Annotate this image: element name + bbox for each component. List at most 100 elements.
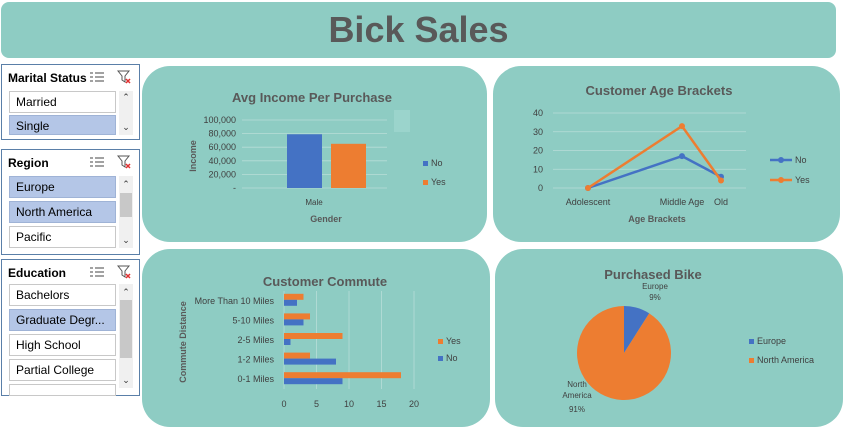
pie-data-label: 91% — [569, 405, 585, 414]
line-no[interactable] — [587, 154, 722, 190]
y-tick-label: 40 — [533, 108, 543, 118]
clear-filter-icon[interactable] — [117, 265, 131, 279]
slicer-item-pacific[interactable]: Pacific — [9, 226, 116, 248]
y-axis-title: Commute Distance — [178, 301, 188, 383]
y-tick-label: 0-1 Miles — [237, 374, 274, 384]
purchased-legend-swatch — [749, 358, 754, 363]
commute-legend-swatch — [438, 356, 443, 361]
point-no[interactable] — [679, 153, 685, 160]
line-yes[interactable] — [587, 124, 723, 190]
slicer-item-north-america[interactable]: North America — [9, 201, 116, 223]
slicer-item-graduate-degree[interactable]: Graduate Degr... — [9, 309, 116, 331]
x-axis-title: Age Brackets — [628, 214, 686, 224]
x-tick-label: 10 — [344, 399, 354, 409]
pie-slice-north-america[interactable] — [577, 306, 671, 400]
bar-no[interactable] — [284, 319, 304, 326]
y-tick-label: - — [233, 183, 236, 193]
age-legend-label: Yes — [795, 175, 810, 185]
slicer-item-partial[interactable] — [9, 384, 116, 396]
slicer-title: Education — [8, 266, 67, 280]
slicer-scrollbar[interactable]: ⌃ ⌄ — [119, 176, 133, 248]
chart-title: Customer Age Brackets — [586, 83, 733, 98]
y-tick-label: 20 — [533, 146, 543, 156]
point-yes[interactable] — [718, 177, 724, 184]
scroll-up-icon[interactable]: ⌃ — [119, 178, 133, 190]
slicer-region[interactable]: Region Europe North America Pacific ⌃ ⌄ — [1, 149, 140, 255]
scroll-down-icon[interactable]: ⌄ — [119, 234, 133, 246]
bar-yes[interactable] — [284, 313, 310, 320]
y-tick-label: 10 — [533, 164, 543, 174]
y-tick-label: 20,000 — [208, 169, 236, 179]
scroll-thumb[interactable] — [120, 300, 132, 358]
bar-no[interactable] — [284, 299, 297, 306]
purchased-legend-label: Europe — [757, 336, 786, 346]
y-axis-title: Income — [188, 140, 198, 172]
bar-no[interactable] — [284, 358, 336, 365]
slicer-item-partial-college[interactable]: Partial College — [9, 359, 116, 381]
slicer-education[interactable]: Education Bachelors Graduate Degr... Hig… — [1, 259, 140, 396]
y-tick-label: 80,000 — [208, 129, 236, 139]
chart-panel-purchased: Purchased Bike Europe 9% North America 91% E… — [495, 249, 843, 427]
dashboard-banner: Bick Sales — [1, 2, 836, 58]
y-tick-label: 5-10 Miles — [232, 315, 274, 325]
slicer-marital-status[interactable]: Marital Status Married Single ⌃ ⌄ — [1, 64, 140, 140]
slicer-scrollbar[interactable]: ⌃ ⌄ — [119, 284, 133, 388]
scroll-up-icon[interactable]: ⌃ — [119, 286, 133, 298]
clear-filter-icon[interactable] — [117, 155, 131, 169]
chart-title: Customer Commute — [263, 274, 387, 289]
y-tick-label: 2-5 Miles — [237, 335, 274, 345]
slicer-title: Marital Status — [8, 71, 87, 85]
y-tick-label: More Than 10 Miles — [195, 296, 275, 306]
slicer-item-bachelors[interactable]: Bachelors — [9, 284, 116, 306]
chart-handle[interactable] — [394, 110, 410, 132]
x-axis-title: Gender — [310, 214, 342, 224]
bar-yes[interactable] — [284, 352, 310, 359]
x-tick-label: Adolescent — [566, 197, 611, 207]
x-tick-label: 0 — [281, 399, 286, 409]
point-yes[interactable] — [585, 185, 591, 191]
slicer-item-europe[interactable]: Europe — [9, 176, 116, 198]
scroll-thumb[interactable] — [120, 193, 132, 217]
multi-select-icon[interactable] — [90, 156, 104, 168]
y-tick-label: 60,000 — [208, 142, 236, 152]
income-chart: Avg Income Per Purchase 100,000 80,000 60,… — [188, 90, 446, 224]
multi-select-icon[interactable] — [90, 266, 104, 278]
scroll-down-icon[interactable]: ⌄ — [119, 374, 133, 386]
multi-select-icon[interactable] — [90, 71, 104, 83]
slicer-header: Education — [2, 260, 139, 286]
dashboard-title: Bick Sales — [328, 9, 509, 50]
income-legend-label: No — [431, 158, 443, 168]
x-tick-label: Male — [305, 198, 323, 207]
age-chart: Customer Age Brackets 40 30 20 10 0 Adolescen… — [533, 83, 810, 224]
x-tick-label: 15 — [376, 399, 386, 409]
x-tick-label: Middle Age — [660, 197, 705, 207]
bar-yes[interactable] — [284, 293, 304, 300]
age-legend-marker — [778, 157, 784, 163]
slicer-item-married[interactable]: Married — [9, 91, 116, 113]
income-legend-swatch — [423, 161, 428, 166]
scroll-up-icon[interactable]: ⌃ — [119, 91, 133, 103]
age-legend-marker — [778, 177, 784, 183]
age-legend-label: No — [795, 155, 807, 165]
slicer-header: Marital Status — [2, 65, 139, 91]
scroll-down-icon[interactable]: ⌄ — [119, 121, 133, 133]
bar-yes[interactable] — [284, 333, 343, 339]
bar-no[interactable] — [284, 339, 291, 345]
pie-data-label: 9% — [649, 293, 661, 302]
purchased-legend-label: North America — [757, 355, 814, 365]
x-tick-label: 5 — [314, 399, 319, 409]
point-yes[interactable] — [679, 123, 685, 130]
bar-yes[interactable] — [331, 143, 366, 188]
slicer-item-high-school[interactable]: High School — [9, 334, 116, 356]
y-tick-label: 30 — [533, 127, 543, 137]
chart-title: Purchased Bike — [604, 267, 702, 282]
pie-data-label: America — [562, 391, 592, 400]
slicer-item-single[interactable]: Single — [9, 115, 116, 135]
income-legend-label: Yes — [431, 177, 446, 187]
slicer-scrollbar[interactable]: ⌃ ⌄ — [119, 91, 133, 135]
bar-no[interactable] — [287, 134, 322, 188]
y-tick-label: 100,000 — [203, 115, 236, 125]
clear-filter-icon[interactable] — [117, 70, 131, 84]
bar-yes[interactable] — [284, 372, 401, 379]
bar-no[interactable] — [284, 378, 343, 385]
